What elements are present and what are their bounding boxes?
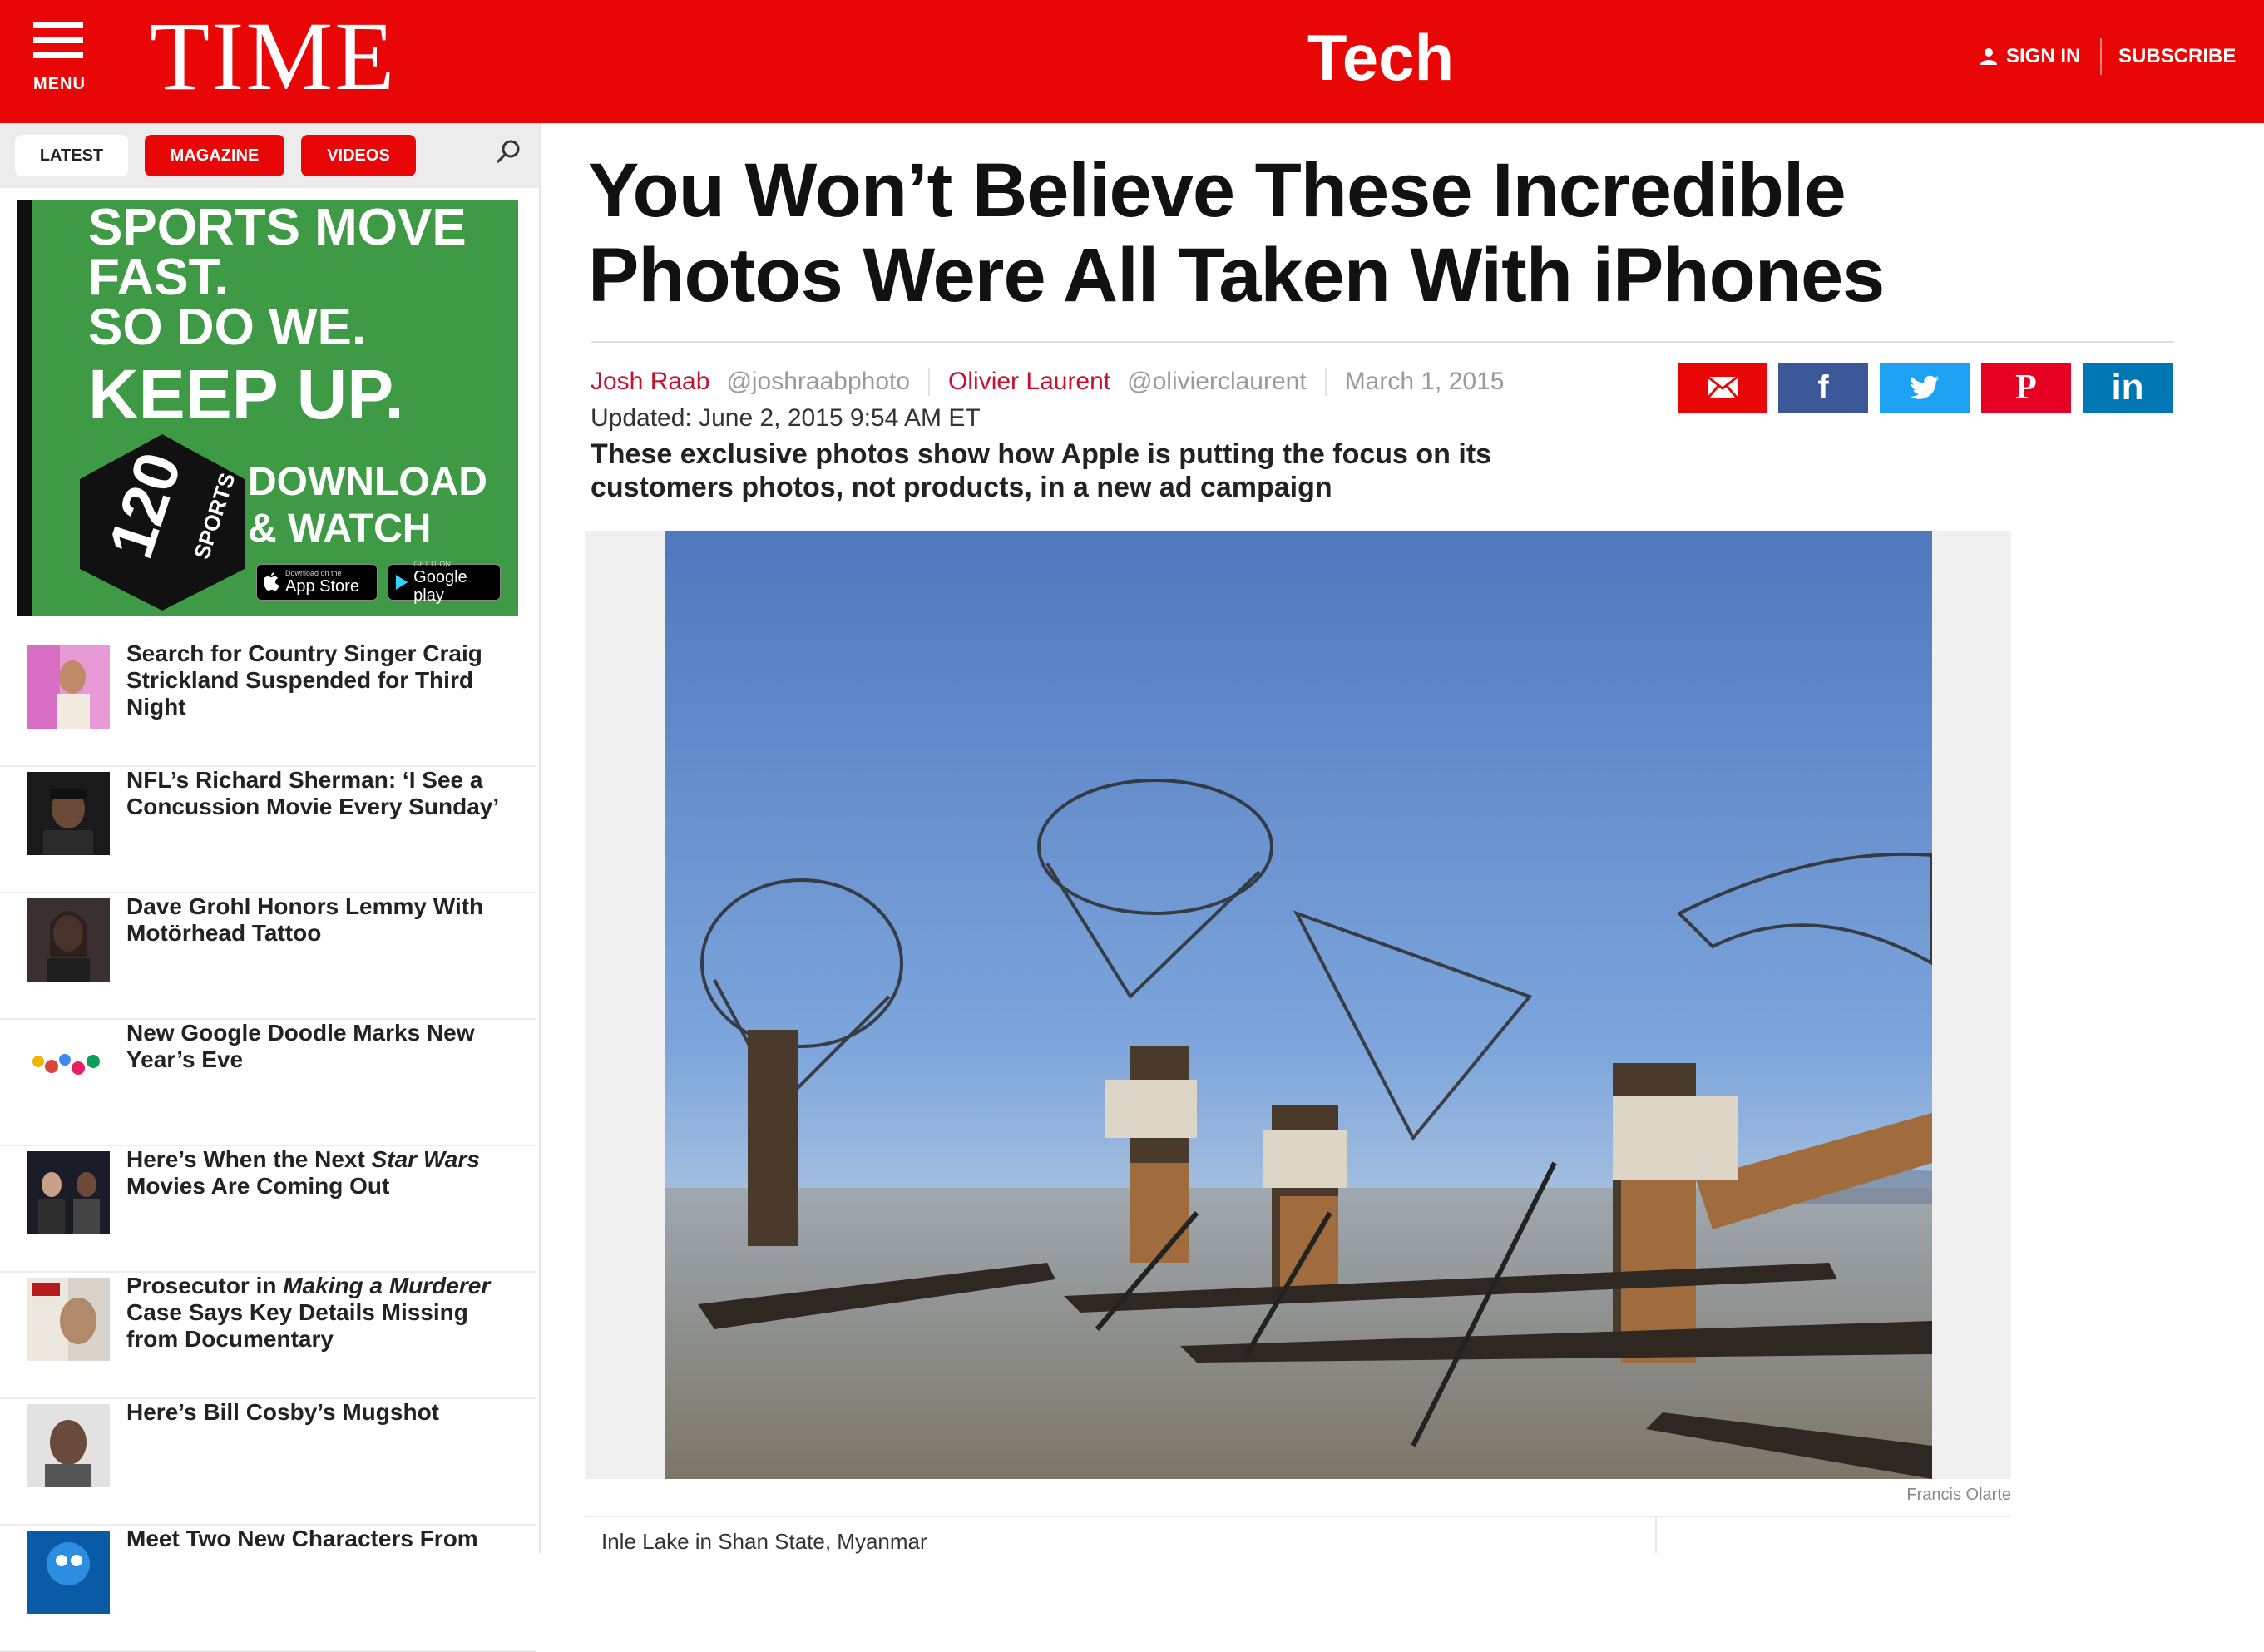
app-store-label: App Store <box>285 577 359 596</box>
share-email-button[interactable] <box>1678 363 1767 413</box>
tab-latest[interactable]: LATEST <box>15 135 128 176</box>
news-item[interactable]: Here’s Bill Cosby’s Mugshot <box>0 1399 536 1526</box>
tab-magazine[interactable]: MAGAZINE <box>145 135 284 176</box>
google-play-label: Google play <box>413 568 467 605</box>
caption-column-divider <box>1655 1517 1657 1553</box>
menu-button[interactable]: MENU <box>30 18 90 101</box>
news-item[interactable]: Meet Two New Characters From <box>0 1526 536 1652</box>
news-item[interactable]: Here’s When the Next Star Wars Movies Ar… <box>0 1146 536 1273</box>
news-thumbnail <box>27 645 110 729</box>
news-title: Here’s When the Next Star Wars Movies Ar… <box>126 1146 509 1199</box>
news-title-text: Movies Are Coming Out <box>126 1173 390 1199</box>
apple-icon <box>264 572 279 591</box>
photo-caption: Inle Lake in Shan State, Myanmar <box>601 1529 927 1554</box>
ad-stripe <box>17 200 32 616</box>
news-title: Search for Country Singer Craig Strickla… <box>126 641 482 720</box>
article-dek: These exclusive photos show how Apple is… <box>591 438 1492 503</box>
author-handle[interactable]: @olivierclaurent <box>1127 368 1307 396</box>
search-icon[interactable] <box>494 138 522 166</box>
ad-download-line-2: & WATCH <box>248 507 432 551</box>
section-title[interactable]: Tech <box>1223 20 1539 95</box>
ad-headline-line-1: SPORTS MOVE <box>88 200 467 256</box>
news-title: NFL’s Richard Sherman: ‘I See a Concussi… <box>126 767 500 819</box>
news-item[interactable]: Search for Country Singer Craig Strickla… <box>0 641 536 767</box>
article-headline: You Won’t Believe These Incredible Photo… <box>588 148 1885 318</box>
news-title: Here’s Bill Cosby’s Mugshot <box>126 1399 439 1425</box>
latest-news-list: Search for Country Singer Craig Strickla… <box>0 641 536 1652</box>
byline-separator <box>928 368 931 396</box>
caption-divider <box>585 1516 2011 1517</box>
email-icon <box>1707 376 1738 399</box>
author-name[interactable]: Josh Raab <box>591 368 709 396</box>
news-title: Meet Two New Characters From <box>126 1526 478 1551</box>
article-photo[interactable] <box>665 531 1932 1479</box>
twitter-icon <box>1910 375 1939 399</box>
sign-in-link[interactable]: SIGN IN <box>1980 45 2080 68</box>
news-title-text: Prosecutor in <box>126 1273 284 1298</box>
site-header: MENU TIME Tech SIGN IN SUBSCRIBE <box>0 0 2264 123</box>
news-item[interactable]: New Google Doodle Marks New Year’s Eve <box>0 1020 536 1146</box>
publish-date: March 1, 2015 <box>1344 368 1505 395</box>
sign-in-label: SIGN IN <box>2006 45 2081 67</box>
share-twitter-button[interactable] <box>1880 363 1970 413</box>
byline-separator <box>1324 368 1327 396</box>
news-item[interactable]: Prosecutor in Making a Murderer Case Say… <box>0 1273 536 1399</box>
ad-headline-line-3: SO DO WE. <box>88 299 367 356</box>
news-title-text: Here’s When the Next <box>126 1146 372 1172</box>
author-handle[interactable]: @joshraabphoto <box>726 368 910 396</box>
news-title: Dave Grohl Honors Lemmy With Motörhead T… <box>126 893 484 946</box>
hamburger-icon-bar <box>33 52 83 58</box>
news-item[interactable]: Dave Grohl Honors Lemmy With Motörhead T… <box>0 893 536 1020</box>
facebook-icon: f <box>1817 368 1829 406</box>
ad-download-line-1: DOWNLOAD <box>248 460 487 504</box>
news-title-emphasis: Making a Murderer <box>283 1273 491 1298</box>
hamburger-icon <box>33 22 83 28</box>
linkedin-icon: in <box>2111 367 2144 408</box>
sidebar: LATEST MAGAZINE VIDEOS SPORTS MOVE FAST.… <box>0 123 541 1652</box>
ad-headline-line-2: FAST. <box>88 249 229 306</box>
google-play-icon <box>395 575 408 590</box>
news-title: Prosecutor in Making a Murderer Case Say… <box>126 1273 509 1353</box>
news-title-text: Case Says Key Details Missing from Docum… <box>126 1299 468 1352</box>
menu-label: MENU <box>33 75 86 93</box>
ad-headline-line-4: KEEP UP. <box>88 355 404 433</box>
header-divider <box>2100 38 2102 75</box>
updated-timestamp: Updated: June 2, 2015 9:54 AM ET <box>591 404 981 432</box>
news-thumbnail <box>27 1404 110 1487</box>
app-store-small: Download on the <box>285 569 342 577</box>
news-thumbnail <box>27 1278 110 1361</box>
app-store-badge[interactable]: Download on the App Store <box>256 564 378 601</box>
news-title: New Google Doodle Marks New Year’s Eve <box>126 1020 475 1072</box>
news-thumbnail <box>27 898 110 982</box>
time-logo[interactable]: TIME <box>150 7 396 106</box>
tab-videos[interactable]: VIDEOS <box>301 135 416 176</box>
news-title-emphasis: Star Wars <box>371 1146 480 1172</box>
pinterest-icon: P <box>2015 368 2037 407</box>
share-pinterest-button[interactable]: P <box>1981 363 2071 413</box>
photo-credit: Francis Olarte <box>1906 1486 2011 1504</box>
sidebar-tabs: LATEST MAGAZINE VIDEOS <box>0 123 539 188</box>
share-facebook-button[interactable]: f <box>1778 363 1868 413</box>
sports-logo: 120 SPORTS <box>80 434 245 611</box>
author-name[interactable]: Olivier Laurent <box>948 368 1110 396</box>
google-play-badge[interactable]: GET IT ON Google play <box>388 560 501 605</box>
user-icon <box>1980 48 1997 65</box>
byline: Josh Raab @joshraabphoto Olivier Laurent… <box>591 368 1504 396</box>
news-item[interactable]: NFL’s Richard Sherman: ‘I See a Concussi… <box>0 767 536 893</box>
hamburger-icon-bar <box>33 37 83 43</box>
news-thumbnail <box>27 1025 110 1108</box>
news-thumbnail <box>27 772 110 855</box>
google-play-small: GET IT ON <box>413 560 451 568</box>
share-linkedin-button[interactable]: in <box>2083 363 2173 413</box>
news-thumbnail <box>27 1531 110 1614</box>
headline-divider <box>591 341 2174 343</box>
ad-banner-120-sports[interactable]: SPORTS MOVE FAST. SO DO WE. KEEP UP. 120… <box>17 200 518 616</box>
fishermen-photo <box>665 531 1932 1479</box>
news-thumbnail <box>27 1151 110 1234</box>
subscribe-link[interactable]: SUBSCRIBE <box>2118 45 2236 68</box>
